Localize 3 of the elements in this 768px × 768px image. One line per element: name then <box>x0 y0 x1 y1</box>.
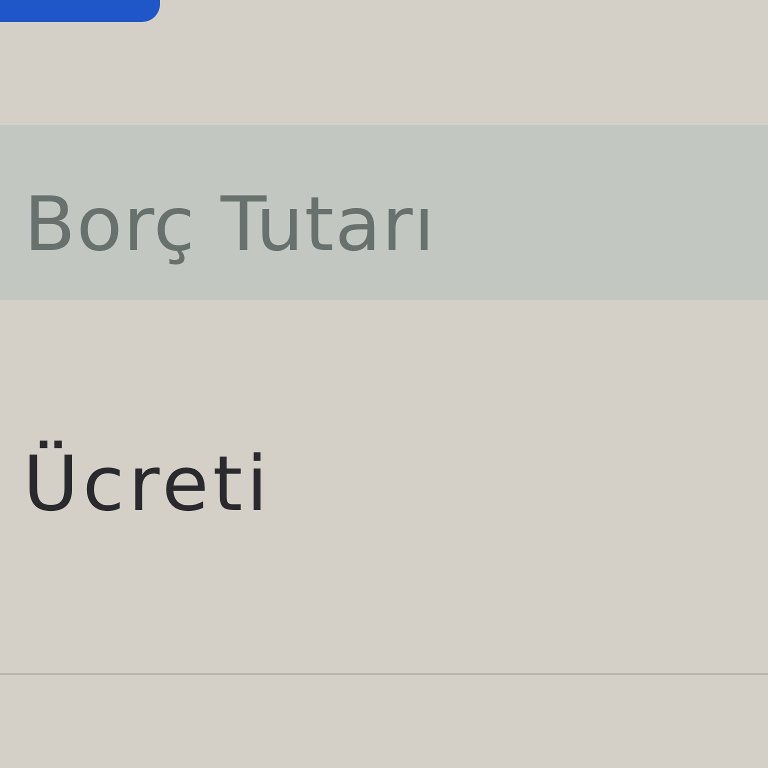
action-button[interactable] <box>0 0 160 22</box>
row-label: Ücreti <box>23 438 272 530</box>
header-label: Borç Tutarı <box>24 178 436 268</box>
